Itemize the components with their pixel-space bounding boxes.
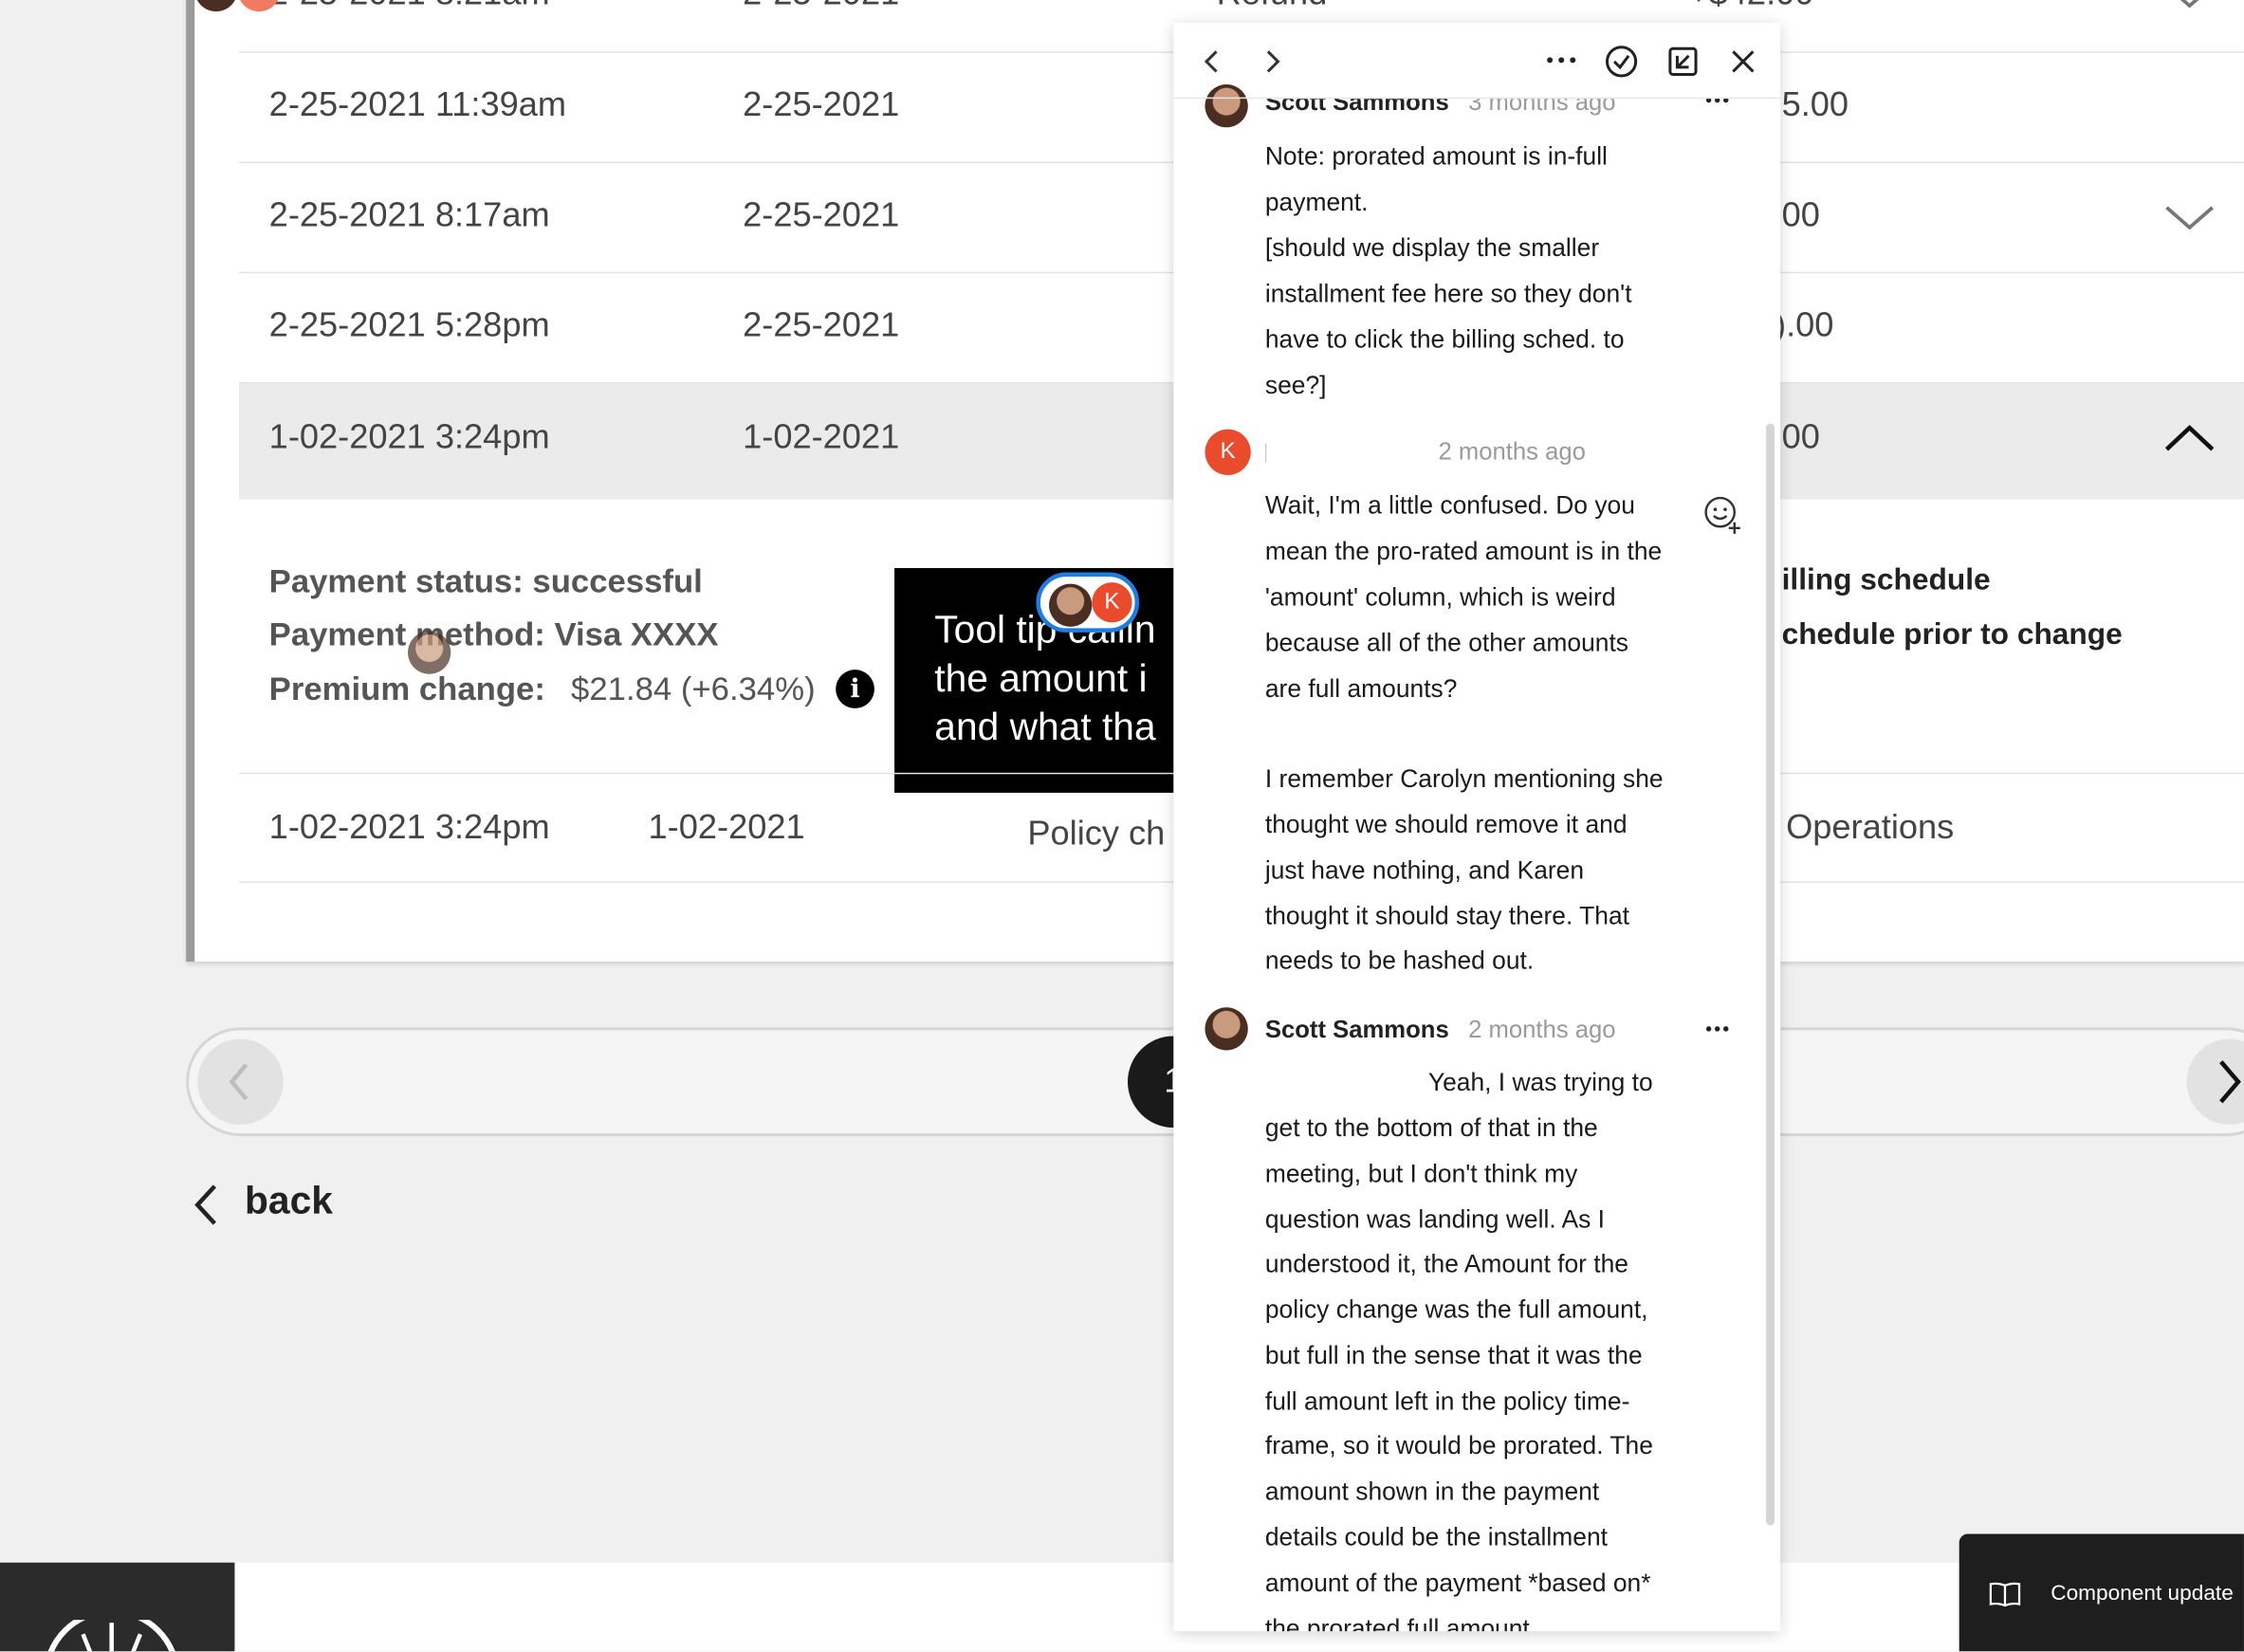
name-caret — [1264, 443, 1267, 463]
comment-line: question was landing well. As I — [1264, 1204, 1606, 1234]
comment-line: [should we display the smaller — [1264, 232, 1600, 263]
tooltip-line: and what tha — [934, 705, 1156, 749]
row-amount: 00 — [1781, 417, 1820, 457]
comment-thread-panel: Scott Sammons 3 months ago Note: prorate… — [1173, 23, 1781, 1632]
prev-page-button[interactable] — [197, 1038, 284, 1125]
comment-line: I remember Carolyn mentioning she — [1264, 763, 1664, 793]
comment-line: are full amounts? — [1264, 673, 1458, 703]
chevron-left-icon — [194, 1184, 216, 1225]
component-update-toast[interactable]: Component update — [1959, 1533, 2244, 1652]
tooltip-line: the amount i — [934, 656, 1148, 700]
premium-change-label: Premium change: — [268, 670, 545, 707]
comment-line: thought we should remove it and — [1264, 810, 1628, 839]
row-date: 1-02-2021 — [743, 417, 900, 457]
comment-line: needs to be hashed out. — [1264, 945, 1535, 975]
resolve-check-icon[interactable] — [1604, 45, 1638, 79]
avatar: K — [1092, 582, 1132, 623]
comment-line: just have nothing, and Karen — [1264, 855, 1585, 885]
more-icon[interactable] — [1544, 48, 1578, 71]
row-amount: ).00 — [1775, 305, 1834, 345]
next-page-button[interactable] — [2186, 1038, 2244, 1125]
add-reaction-icon[interactable] — [1703, 495, 1743, 535]
payment-method: Payment method: Visa XXXX — [268, 615, 719, 653]
row-date: 2-25-2021 — [743, 0, 899, 14]
chevron-left-icon — [229, 1063, 248, 1101]
row-amount: 5.00 — [1781, 85, 1849, 125]
comment-line: but full in the sense that it was the — [1264, 1340, 1643, 1370]
comment-line: frame, so it would be prorated. The — [1264, 1430, 1653, 1460]
row-datetime: 2-25-2021 8:21am — [269, 0, 550, 14]
comment-line: the prorated full amount — [1264, 1614, 1530, 1632]
billing-schedule-link[interactable]: illing schedule — [1782, 564, 1991, 598]
comment-line: Yeah, I was trying to — [1427, 1067, 1653, 1096]
back-link[interactable]: back — [186, 1176, 358, 1233]
open-in-frame-icon[interactable] — [1667, 46, 1699, 77]
chevron-right-icon — [2219, 1060, 2241, 1104]
comment-author: Scott Sammons — [1264, 88, 1449, 117]
comment-line: details could be the installment — [1264, 1522, 1608, 1551]
avatar — [1205, 1007, 1248, 1051]
row-date: 2-25-2021 — [743, 85, 900, 125]
row-source: Operations — [1786, 808, 1955, 848]
comment-line: mean the pro-rated amount is in the — [1264, 536, 1663, 566]
row-type: Refund — [1217, 0, 1328, 14]
chevron-down-icon[interactable] — [2163, 202, 2215, 236]
comment-line: full amount left in the policy time- — [1264, 1386, 1630, 1416]
comment-line: policy change was the full amount, — [1264, 1294, 1648, 1324]
row-type: Policy ch — [1027, 814, 1166, 854]
comment-line: Wait, I'm a little confused. Do you — [1264, 490, 1635, 520]
row-datetime: 1-02-2021 3:24pm — [268, 808, 550, 848]
comment-line: amount shown in the payment — [1264, 1477, 1600, 1506]
row-date: 1-02-2021 — [648, 808, 805, 848]
comment-line: because all of the other amounts — [1264, 628, 1629, 657]
avatar: K — [1205, 429, 1251, 475]
row-datetime: 2-25-2021 8:17am — [268, 195, 550, 235]
payment-status: Payment status: successful — [268, 561, 703, 600]
comment-line: meeting, but I don't think my — [1264, 1159, 1578, 1188]
comment-time: 3 months ago — [1468, 88, 1616, 117]
avatar — [408, 631, 451, 674]
comment-author: Scott Sammons — [1264, 1016, 1449, 1043]
comment-time: 2 months ago — [1438, 437, 1586, 466]
logo-icon — [47, 1620, 175, 1652]
toast-label: Component update — [2051, 1581, 2234, 1606]
more-icon[interactable] — [1703, 92, 1732, 109]
chevron-right-icon[interactable] — [1262, 47, 1282, 76]
chevron-down-icon[interactable] — [2163, 0, 2215, 14]
footer-logo-area — [0, 1562, 235, 1652]
book-icon — [1989, 1582, 2021, 1607]
avatar — [1049, 583, 1093, 627]
comment-line: see?] — [1264, 370, 1327, 399]
comment-line: understood it, the Amount for the — [1264, 1249, 1629, 1278]
comment-line: get to the bottom of that in the — [1264, 1112, 1598, 1143]
comment-line: Note: prorated amount is in-full — [1264, 141, 1608, 171]
comment-line: amount of the payment *based on* — [1264, 1568, 1651, 1597]
row-amount: +$42.00 — [1689, 0, 1814, 14]
close-icon[interactable] — [1730, 48, 1756, 74]
comment-pin[interactable]: K — [1036, 572, 1140, 633]
chevron-up-icon[interactable] — [2163, 421, 2215, 455]
comment-line: thought it should stay there. That — [1264, 901, 1629, 930]
row-amount: 00 — [1781, 195, 1820, 235]
header-divider — [1173, 97, 1781, 100]
row-datetime: 2-25-2021 11:39am — [268, 85, 567, 125]
row-date: 2-25-2021 — [743, 305, 900, 345]
comment-line: have to click the billing sched. to — [1264, 324, 1625, 354]
info-icon[interactable]: i — [836, 670, 874, 708]
comment-line: installment fee here so they don't — [1264, 279, 1632, 308]
comment-time: 2 months ago — [1468, 1016, 1616, 1043]
premium-change-value: $21.84 (+6.34%) — [571, 670, 816, 707]
row-datetime: 2-25-2021 5:28pm — [268, 305, 550, 345]
comment-line: 'amount' column, which is weird — [1264, 582, 1616, 612]
row-datetime: 1-02-2021 3:24pm — [268, 417, 550, 457]
comment-line: payment. — [1264, 187, 1369, 216]
schedule-prior-link[interactable]: chedule prior to change — [1782, 618, 2123, 652]
avatar — [1205, 84, 1248, 128]
more-icon[interactable] — [1703, 1020, 1732, 1037]
back-label: back — [245, 1179, 333, 1222]
chevron-left-icon[interactable] — [1202, 47, 1222, 76]
row-date: 2-25-2021 — [743, 195, 900, 235]
scrollbar[interactable] — [1765, 423, 1775, 1526]
